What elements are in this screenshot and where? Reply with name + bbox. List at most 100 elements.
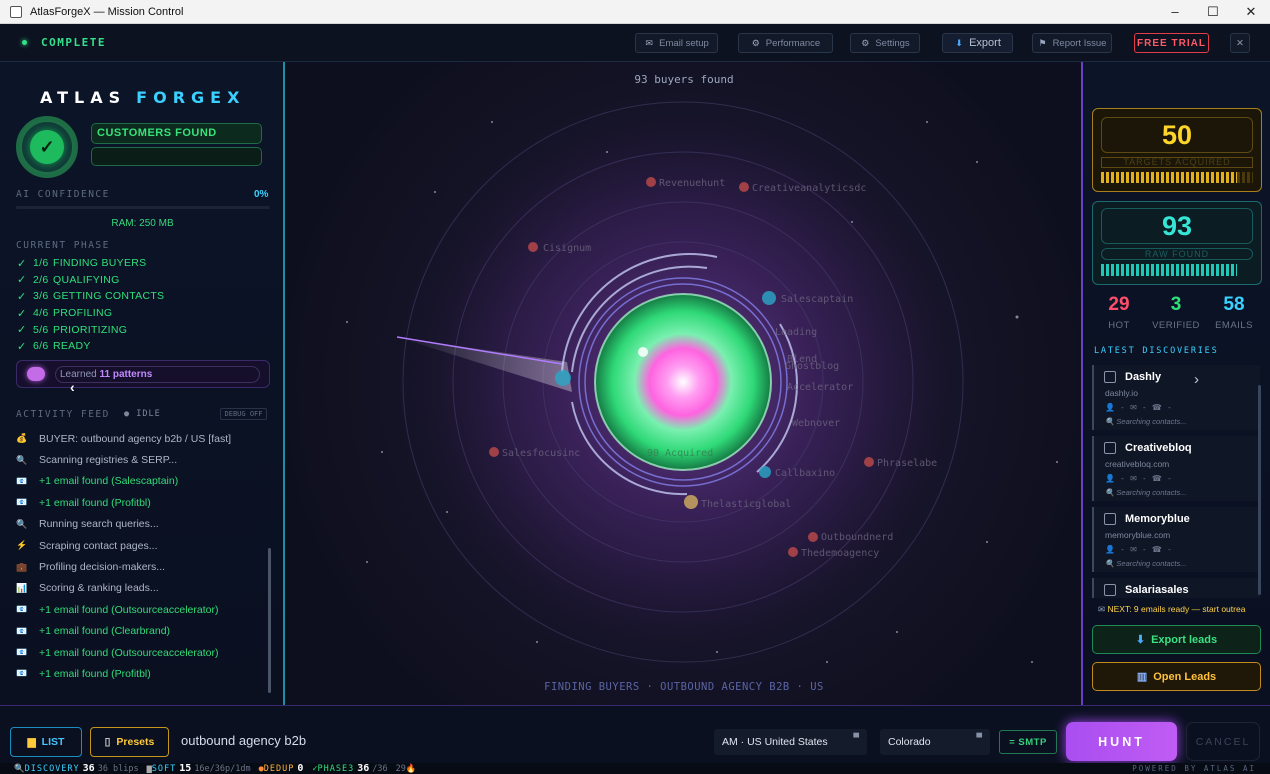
phase-item: ✓ 2/6 QUALIFYING <box>17 272 164 289</box>
flag-icon: ⚑ <box>1038 37 1047 48</box>
searching-status: 🔍 Searching contacts... <box>1105 488 1187 497</box>
hunt-button[interactable]: HUNT <box>1066 722 1177 761</box>
export-label: Export <box>969 37 1001 49</box>
discoveries-list: Dashly dashly.io 👤 - ✉ - ☎ - 🔍 Searching co… <box>1092 365 1260 598</box>
email-setup-button[interactable]: ✉ Email setup <box>635 33 718 53</box>
feed-icon: 📧 <box>16 604 28 615</box>
brand-name-a: ATLAS <box>40 88 127 107</box>
feed-text: +1 email found (Profitbl) <box>39 667 151 680</box>
discoveries-scrollbar[interactable] <box>1258 385 1261 595</box>
svg-text:Accelerator: Accelerator <box>787 382 853 393</box>
discovery-card[interactable]: Salariasales <box>1092 578 1260 598</box>
region-value: Colorado <box>888 736 931 748</box>
targets-acquired-bar <box>1101 172 1237 183</box>
status-text: COMPLETE <box>41 36 106 49</box>
download-icon: ⬇ <box>955 37 963 48</box>
contact-meta: 👤 - ✉ - ☎ - <box>1105 403 1173 412</box>
svg-text:Leading: Leading <box>775 327 817 338</box>
export-button[interactable]: ⬇ Export <box>942 33 1013 53</box>
feed-item: 🔍 Running search queries... <box>16 514 266 535</box>
search-bar: ▆ LIST ▯ Presets outbound agency b2b AM · … <box>0 705 1270 763</box>
radar-visualization: Revenuehunt Creativeanalyticsdc Cisignum… <box>287 62 1081 705</box>
debug-toggle[interactable]: DEBUG OFF <box>220 408 267 420</box>
svg-text:90 Acquired: 90 Acquired <box>647 448 713 459</box>
feed-icon: 💰 <box>16 433 28 444</box>
right-panel: 50 TARGETS ACQUIRED 93 RAW FOUND 29 HOT … <box>1081 62 1270 705</box>
select-checkbox[interactable] <box>1104 513 1116 525</box>
presets-label: Presets <box>116 736 155 748</box>
maximize-button[interactable]: ☐ <box>1194 0 1232 23</box>
soft-sub: 16e/36p/1dm <box>194 763 251 774</box>
phase-item: ✓ 1/6 FINDING BUYERS <box>17 255 164 272</box>
discovery-card[interactable]: Creativebloq creativebloq.com 👤 - ✉ - ☎ - 🔍… <box>1092 436 1260 501</box>
phase-label: PROFILING <box>53 307 113 320</box>
phase-item: ✓ 5/6 PRIORITIZING <box>17 321 164 338</box>
open-leads-button[interactable]: ▥ Open Leads <box>1092 662 1261 691</box>
query-input[interactable]: outbound agency b2b <box>181 733 306 748</box>
targets-acquired-label: TARGETS ACQUIRED <box>1101 157 1253 168</box>
presets-button[interactable]: ▯ Presets <box>90 727 169 757</box>
feed-icon: 📧 <box>16 647 28 658</box>
check-icon: ✓ <box>30 130 64 164</box>
feed-item: 🔍 Scanning registries & SERP... <box>16 449 266 470</box>
soft-label: SOFT <box>151 763 177 774</box>
feed-item: 💼 Profiling decision-makers... <box>16 556 266 577</box>
chart-icon: ▥ <box>1136 671 1148 683</box>
raw-found-label: RAW FOUND <box>1101 248 1253 260</box>
free-trial-badge[interactable]: FREE TRIAL <box>1134 33 1209 53</box>
company-name: Memoryblue <box>1125 513 1190 525</box>
export-leads-button[interactable]: ⬇ Export leads <box>1092 625 1261 654</box>
verified-value: 3 <box>1170 294 1182 315</box>
country-select[interactable]: AM · US United States ▀ <box>714 729 867 755</box>
discovery-card[interactable]: Memoryblue memoryblue.com 👤 - ✉ - ☎ - 🔍 Sea… <box>1092 507 1260 572</box>
list-button[interactable]: ▆ LIST <box>10 727 82 757</box>
select-checkbox[interactable] <box>1104 371 1116 383</box>
phase-label: FINDING BUYERS <box>53 257 147 270</box>
check-icon: ✓ <box>17 274 27 287</box>
phase-item: ✓ 3/6 GETTING CONTACTS <box>17 288 164 305</box>
performance-button[interactable]: ⚙ Performance <box>738 33 833 53</box>
progress-ring: ✓ <box>16 116 78 178</box>
brain-icon <box>27 367 45 381</box>
list-label: LIST <box>41 736 65 748</box>
feed-item: 📧 +1 email found (Outsourceaccelerator) <box>16 642 266 663</box>
phase-label: PRIORITIZING <box>53 323 128 336</box>
region-select[interactable]: Colorado ▀ <box>880 729 990 755</box>
chevron-down-icon: ▀ <box>976 733 982 742</box>
open-leads-label: Open Leads <box>1153 670 1217 683</box>
feed-scrollbar[interactable] <box>268 548 271 693</box>
chevron-left-icon[interactable]: ‹ <box>70 379 75 395</box>
discovery-card[interactable]: Dashly dashly.io 👤 - ✉ - ☎ - 🔍 Searching co… <box>1092 365 1260 430</box>
select-checkbox[interactable] <box>1104 584 1116 596</box>
select-checkbox[interactable] <box>1104 442 1116 454</box>
smtp-toggle[interactable]: = SMTP <box>999 730 1057 754</box>
cancel-button[interactable]: CANCEL <box>1186 722 1260 761</box>
activity-feed: 💰 BUYER: outbound agency b2b / US [fast] 🔍… <box>16 428 266 685</box>
check-icon: ✓ <box>17 257 27 270</box>
feed-icon: 📊 <box>16 582 28 593</box>
feed-text: Scraping contact pages... <box>39 539 158 552</box>
hot-stat: 29 HOT <box>1089 294 1149 331</box>
activity-feed-label: ACTIVITY FEED <box>16 409 110 420</box>
phase-list: ✓ 1/6 FINDING BUYERS ✓ 2/6 QUALIFYING ✓ 3/6 GETT… <box>17 255 164 355</box>
report-issue-button[interactable]: ⚑ Report Issue <box>1032 33 1112 53</box>
feed-icon: ⚡ <box>16 540 28 551</box>
svg-text:Thelasticglobal: Thelasticglobal <box>701 499 791 510</box>
feed-item: 📊 Scoring & ranking leads... <box>16 578 266 599</box>
company-name: Dashly <box>1125 371 1162 383</box>
minimize-button[interactable]: – <box>1156 0 1194 23</box>
chevron-right-icon[interactable]: › <box>1194 371 1199 388</box>
feed-icon: 📧 <box>16 475 28 486</box>
chevron-down-icon: ▀ <box>853 733 859 742</box>
feed-text: +1 email found (Profitbl) <box>39 496 151 509</box>
close-panel-button[interactable]: ✕ <box>1230 33 1250 53</box>
dedup-label: DEDUP <box>263 763 295 774</box>
discovery-value: 36 <box>82 763 95 774</box>
close-window-button[interactable]: ✕ <box>1232 0 1270 23</box>
settings-button[interactable]: ⚙ Settings <box>850 33 920 53</box>
idle-status: ● IDLE <box>124 409 161 419</box>
ai-confidence-bar <box>16 206 270 209</box>
window-title: AtlasForgeX — Mission Control <box>30 5 184 18</box>
search-icon: 🔍 <box>14 763 25 774</box>
targets-acquired-bar-empty <box>1237 172 1253 183</box>
